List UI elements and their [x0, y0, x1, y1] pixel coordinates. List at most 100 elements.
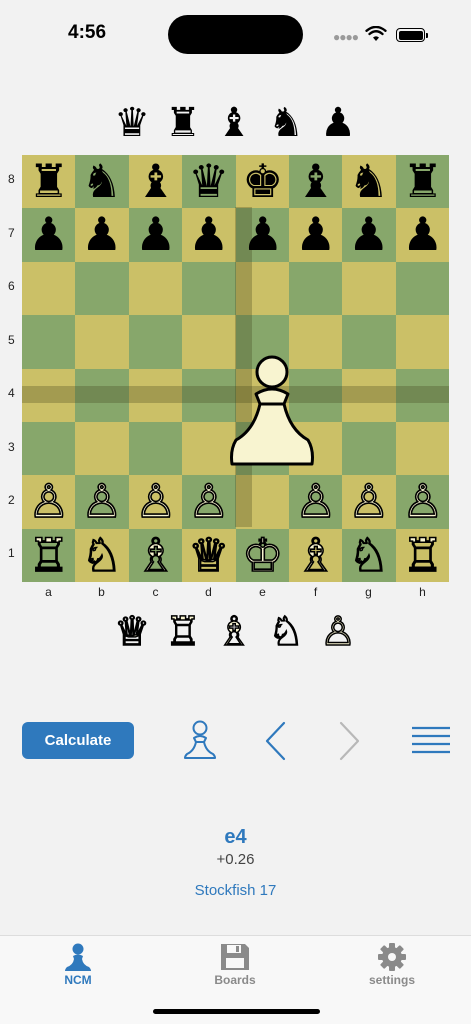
black-pawn-icon[interactable]: ♟: [236, 207, 289, 261]
tab-settings-label: settings: [368, 973, 415, 987]
file-label: b: [98, 585, 105, 599]
white-knight-icon: ♘: [267, 608, 304, 656]
black-pawn-icon[interactable]: ♟: [22, 207, 75, 261]
file-label: a: [45, 585, 52, 599]
board-square[interactable]: [22, 261, 76, 316]
black-rook-icon: ♜: [165, 100, 201, 146]
black-pawn-icon[interactable]: ♟: [289, 207, 342, 261]
white-queen-icon[interactable]: ♕: [182, 528, 235, 583]
floppy-disk-icon: [221, 944, 249, 970]
black-rook-icon[interactable]: ♜: [22, 154, 75, 208]
gear-icon: [378, 943, 406, 971]
black-queen-icon: ♛: [114, 100, 150, 146]
white-pawn-dragged-icon[interactable]: [224, 350, 320, 470]
black-pawn-icon[interactable]: ♟: [396, 207, 449, 261]
tab-boards-label: Boards: [214, 973, 256, 987]
board-square[interactable]: [75, 421, 129, 476]
status-bar: 4:56 ●●●●: [0, 0, 471, 70]
board-square[interactable]: [342, 315, 396, 369]
pawn-icon[interactable]: [182, 719, 218, 761]
file-label: g: [365, 585, 372, 599]
file-label: e: [259, 585, 266, 599]
board-square[interactable]: [22, 315, 76, 369]
black-knight-icon: ♞: [268, 100, 304, 146]
file-label: d: [205, 585, 212, 599]
black-bishop-icon: ♝: [216, 100, 252, 146]
rank-label: 2: [8, 493, 15, 507]
white-queen-icon: ♕: [113, 608, 150, 656]
white-king-icon[interactable]: ♔: [236, 528, 289, 583]
black-bishop-icon[interactable]: ♝: [129, 154, 182, 208]
engine-name[interactable]: Stockfish 17: [0, 882, 471, 899]
black-pawn-icon[interactable]: ♟: [182, 207, 235, 261]
wifi-icon: [365, 26, 387, 41]
board-square[interactable]: [128, 315, 183, 369]
black-pawn-icon: ♟: [320, 100, 356, 146]
rank-label: 4: [8, 386, 15, 400]
white-bishop-icon[interactable]: ♗: [129, 528, 182, 583]
rank-label: 7: [8, 226, 15, 240]
black-knight-icon[interactable]: ♞: [342, 154, 395, 208]
board-square[interactable]: [75, 315, 129, 369]
board-square[interactable]: [128, 421, 183, 476]
pawn-icon: [65, 943, 91, 971]
white-knight-icon[interactable]: ♘: [342, 528, 395, 583]
cellular-signal-icon: ●●●●: [333, 30, 359, 44]
tab-settings[interactable]: settings: [342, 936, 442, 996]
white-rook-icon[interactable]: ♖: [396, 528, 449, 583]
board-square[interactable]: [395, 421, 449, 476]
rank-label: 1: [8, 546, 15, 560]
file-label: f: [313, 585, 318, 599]
white-rook-icon[interactable]: ♖: [22, 528, 75, 583]
white-rook-icon: ♖: [164, 608, 201, 656]
rank-label: 3: [8, 440, 15, 454]
black-rook-icon[interactable]: ♜: [396, 154, 449, 208]
evaluation-score: +0.26: [216, 851, 255, 868]
chevron-left-icon[interactable]: [262, 720, 290, 762]
captured-black-pieces: ♛ ♜ ♝ ♞ ♟: [0, 100, 471, 146]
white-bishop-icon[interactable]: ♗: [289, 528, 342, 583]
captured-white-pieces: ♕ ♖ ♗ ♘ ♙: [0, 608, 471, 656]
white-pawn-icon[interactable]: ♙: [22, 474, 75, 529]
white-pawn-icon[interactable]: ♙: [129, 474, 182, 529]
black-pawn-icon[interactable]: ♟: [129, 207, 182, 261]
board-square[interactable]: [342, 421, 396, 476]
white-pawn-icon[interactable]: ♙: [75, 474, 128, 529]
black-king-icon[interactable]: ♚: [236, 154, 289, 208]
board-square[interactable]: [182, 261, 236, 316]
white-knight-icon[interactable]: ♘: [75, 528, 128, 583]
home-indicator: [153, 1009, 320, 1014]
file-label: c: [152, 585, 159, 599]
black-pawn-icon[interactable]: ♟: [75, 207, 128, 261]
black-bishop-icon[interactable]: ♝: [289, 154, 342, 208]
board-square[interactable]: [288, 261, 343, 316]
board-square[interactable]: [395, 315, 449, 369]
tab-boards[interactable]: Boards: [185, 936, 285, 996]
board-square[interactable]: [22, 421, 76, 476]
file-label: h: [419, 585, 426, 599]
tab-ncm[interactable]: NCM: [28, 936, 128, 996]
calculate-button[interactable]: Calculate: [22, 722, 134, 759]
black-queen-icon[interactable]: ♛: [182, 154, 235, 208]
rank-label: 5: [8, 333, 15, 347]
white-pawn-icon[interactable]: ♙: [182, 474, 235, 529]
chevron-right-icon[interactable]: [335, 720, 363, 762]
black-pawn-icon[interactable]: ♟: [342, 207, 395, 261]
dynamic-island: [168, 15, 303, 54]
black-knight-icon[interactable]: ♞: [75, 154, 128, 208]
white-pawn-icon[interactable]: ♙: [342, 474, 395, 529]
status-time: 4:56: [68, 22, 107, 43]
battery-icon: [396, 28, 428, 42]
board-square[interactable]: [128, 261, 183, 316]
board-square[interactable]: [395, 261, 449, 316]
tab-ncm-label: NCM: [64, 973, 92, 987]
menu-icon[interactable]: [411, 725, 451, 755]
white-bishop-icon: ♗: [215, 608, 252, 656]
board-square[interactable]: [75, 261, 129, 316]
best-move: e4: [224, 826, 247, 848]
white-pawn-icon[interactable]: ♙: [396, 474, 449, 529]
board-square[interactable]: [342, 261, 396, 316]
white-pawn-icon[interactable]: ♙: [289, 474, 342, 529]
white-pawn-icon: ♙: [319, 608, 356, 656]
rank-label: 6: [8, 279, 15, 293]
